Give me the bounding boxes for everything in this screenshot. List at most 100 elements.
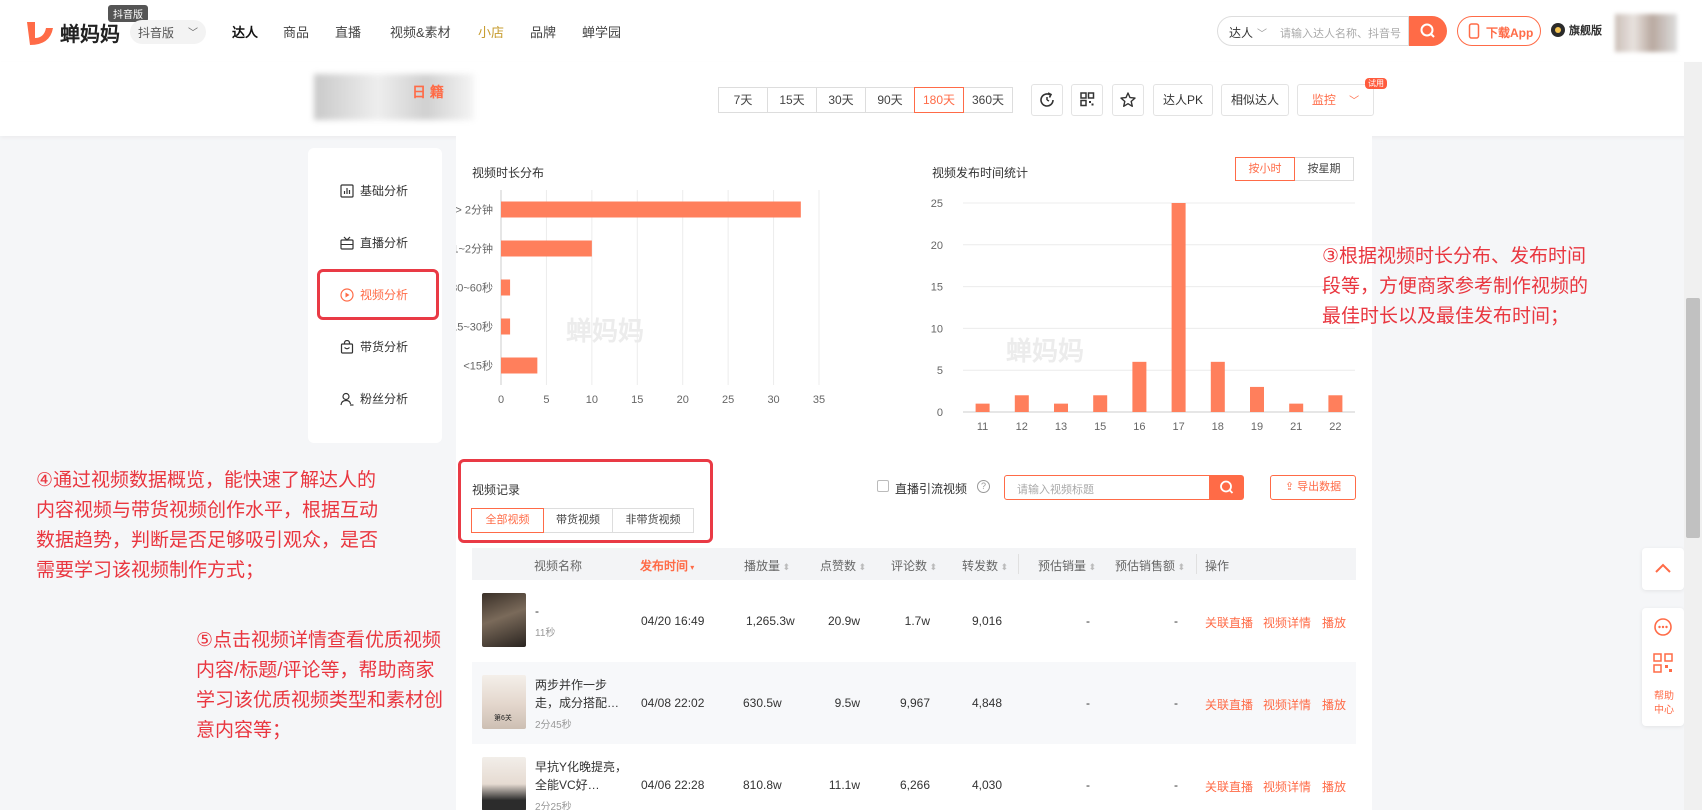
- favorite-button[interactable]: [1112, 84, 1144, 116]
- video-thumbnail[interactable]: [482, 757, 526, 810]
- video-duration: 11秒: [535, 628, 556, 639]
- brand-logo-text[interactable]: 蝉妈妈: [60, 18, 120, 47]
- sidebar-item-fans[interactable]: 粉丝分析: [340, 390, 408, 407]
- bar: [1054, 403, 1068, 412]
- related-live-link[interactable]: 关联直播: [1205, 614, 1253, 631]
- column-est-sales[interactable]: 预估销量: [1038, 557, 1096, 574]
- y-tick-label: 15~30秒: [456, 320, 493, 334]
- y-tick-label: 25: [931, 198, 943, 210]
- video-thumbnail[interactable]: [482, 593, 526, 647]
- bar: [1210, 361, 1225, 412]
- scrollbar-thumb[interactable]: [1686, 298, 1700, 538]
- live-traffic-checkbox[interactable]: [877, 480, 889, 492]
- est-revenue: -: [1174, 614, 1178, 628]
- question-icon[interactable]: ?: [977, 480, 990, 493]
- qrcode-button[interactable]: [1071, 84, 1103, 116]
- tab-90-days[interactable]: 90天: [865, 87, 915, 113]
- video-detail-link[interactable]: 视频详情: [1263, 778, 1311, 795]
- nav-item-live[interactable]: 直播: [335, 22, 361, 41]
- tab-all-videos[interactable]: 全部视频: [471, 508, 544, 533]
- est-sales: -: [1086, 778, 1090, 792]
- tab-30-days[interactable]: 30天: [816, 87, 866, 113]
- qrcode-icon[interactable]: [1652, 652, 1674, 674]
- publish-time-chart: 蝉妈妈 0 5 10 15 20 25 11 12 13 15 16 17 18 19 21 22: [931, 198, 1355, 433]
- global-search-input[interactable]: 请输入达人名称、抖音号: [1280, 25, 1401, 41]
- x-tick-label: 19: [1251, 421, 1263, 433]
- play-count: 630.5w: [743, 696, 782, 710]
- y-tick-label: 30~60秒: [456, 281, 493, 295]
- play-link[interactable]: 播放: [1322, 614, 1346, 631]
- chart-watermark: 蝉妈妈: [566, 316, 644, 347]
- tab-7-days[interactable]: 7天: [718, 87, 768, 113]
- related-live-link[interactable]: 关联直播: [1205, 778, 1253, 795]
- tab-15-days[interactable]: 15天: [767, 87, 817, 113]
- column-label: 发布时间: [640, 559, 689, 573]
- tab-360-days[interactable]: 360天: [963, 87, 1013, 113]
- search-type-select[interactable]: 达人 ﹀: [1229, 24, 1267, 41]
- column-plays[interactable]: 播放量: [744, 557, 790, 574]
- global-search-button[interactable]: [1409, 16, 1447, 46]
- nav-item-goods[interactable]: 商品: [283, 22, 309, 41]
- similar-daren-button[interactable]: 相似达人: [1221, 84, 1289, 116]
- x-tick-label: 15: [631, 394, 643, 406]
- daren-pk-button[interactable]: 达人PK: [1153, 84, 1213, 116]
- nav-item-video-material[interactable]: 视频&素材: [390, 22, 451, 41]
- video-title[interactable]: 早抗Y化晚提亮，全能VC好…: [535, 758, 627, 794]
- user-avatar[interactable]: [1615, 14, 1677, 52]
- related-live-link[interactable]: 关联直播: [1205, 696, 1253, 713]
- column-comments[interactable]: 评论数: [891, 557, 937, 574]
- version-selector-label: 抖音版: [138, 26, 175, 40]
- video-title-search-input[interactable]: 请输入视频标题: [1017, 481, 1094, 497]
- flagship-label: 旗舰版: [1569, 25, 1602, 37]
- annotation-4: ④通过视频数据概览，能快速了解达人的 内容视频与带货视频创作水平，根据互动 数据…: [36, 466, 436, 586]
- annotation-5-line: 意内容等；: [196, 720, 292, 741]
- column-publish-time[interactable]: 发布时间 ▾: [640, 557, 694, 574]
- column-shares[interactable]: 转发数: [962, 557, 1008, 574]
- version-selector[interactable]: 抖音版 ﹀: [130, 20, 206, 44]
- back-to-top-button[interactable]: [1642, 548, 1684, 590]
- toggle-by-hour[interactable]: 按小时: [1235, 157, 1295, 181]
- nav-item-academy[interactable]: 蝉学园: [582, 22, 621, 41]
- tab-non-goods-videos[interactable]: 非带货视频: [612, 508, 694, 533]
- toggle-by-week[interactable]: 按星期: [1294, 157, 1354, 181]
- flagship-badge[interactable]: 旗舰版: [1551, 22, 1602, 38]
- monitor-button[interactable]: 监控 ﹀: [1297, 84, 1374, 116]
- play-link[interactable]: 播放: [1322, 778, 1346, 795]
- column-likes[interactable]: 点赞数: [820, 557, 866, 574]
- help-center-button[interactable]: 帮助中心: [1652, 690, 1676, 718]
- video-search-button[interactable]: [1210, 475, 1244, 500]
- annotation-3: ③根据视频时长分布、发布时间 段等，方便商家参考制作视频的 最佳时长以及最佳发布…: [1322, 242, 1662, 332]
- chat-icon[interactable]: [1650, 614, 1676, 640]
- tab-180-days[interactable]: 180天: [914, 87, 964, 113]
- x-tick-label: 35: [813, 394, 825, 406]
- bar: [1093, 395, 1108, 412]
- bar: [1014, 395, 1029, 412]
- nav-item-brand[interactable]: 品牌: [530, 22, 556, 41]
- export-icon: ⇪: [1284, 481, 1298, 493]
- download-app-button[interactable]: 下载App: [1457, 16, 1541, 46]
- nav-item-daren[interactable]: 达人: [232, 22, 258, 41]
- column-divider: [1018, 554, 1019, 574]
- video-detail-link[interactable]: 视频详情: [1263, 696, 1311, 713]
- refresh-icon: [1040, 92, 1054, 107]
- video-thumbnail[interactable]: 第6关: [482, 675, 526, 729]
- tab-goods-videos[interactable]: 带货视频: [543, 508, 613, 533]
- column-est-revenue[interactable]: 预估销售额: [1115, 557, 1185, 574]
- sidebar-item-goods[interactable]: 带货分析: [340, 338, 408, 355]
- video-title[interactable]: -: [535, 602, 627, 620]
- annotation-3-line: 最佳时长以及最佳发布时间；: [1322, 306, 1570, 327]
- export-data-button[interactable]: ⇪ 导出数据: [1270, 475, 1356, 500]
- video-detail-link[interactable]: 视频详情: [1263, 614, 1311, 631]
- play-link[interactable]: 播放: [1322, 696, 1346, 713]
- search-icon: [1420, 23, 1435, 38]
- nav-item-shop[interactable]: 小店: [478, 22, 504, 41]
- play-count: 1,265.3w: [746, 614, 795, 628]
- refresh-button[interactable]: [1031, 84, 1063, 116]
- video-title[interactable]: 两步并作一步走，成分搭配…: [535, 676, 627, 712]
- sidebar-item-live[interactable]: 直播分析: [340, 234, 408, 251]
- duration-chart-title: 视频时长分布: [472, 166, 545, 180]
- logo-icon[interactable]: [24, 16, 54, 46]
- column-video-name: 视频名称: [534, 559, 583, 573]
- sort-desc-icon: ▾: [688, 563, 695, 572]
- sidebar-item-basic[interactable]: 基础分析: [340, 182, 408, 199]
